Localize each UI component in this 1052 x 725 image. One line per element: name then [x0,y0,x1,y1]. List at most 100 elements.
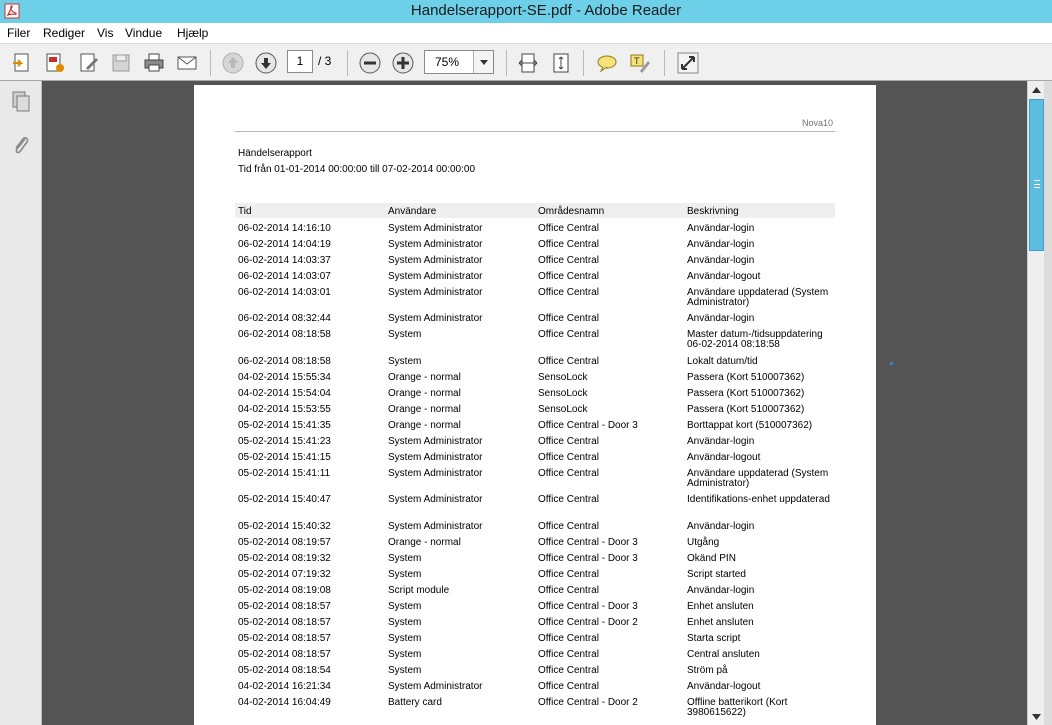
cell-area: Office Central [538,223,599,234]
cell-time: 05-02-2014 15:41:35 [238,420,331,431]
previous-page-button[interactable] [220,50,246,76]
toolbar: T [0,43,1052,81]
cell-description: Master datum-/tidsuppdatering 06-02-2014… [687,329,823,350]
cell-description: Passera (Kort 510007362) [687,404,805,415]
toolbar-separator [583,50,584,76]
cell-time: 06-02-2014 08:32:44 [238,313,331,324]
cell-user: System Administrator [388,271,483,282]
toolbar-separator [347,50,348,76]
cell-user: System Administrator [388,494,483,505]
cell-user: System [388,601,422,612]
page-number-input[interactable]: 1 [287,50,313,73]
cell-time: 06-02-2014 14:03:01 [238,287,331,298]
cell-description: Användar-login [687,255,755,266]
chevron-down-icon [479,59,488,65]
pages-icon[interactable] [9,89,33,113]
cell-area: Office Central [538,633,599,644]
cell-user: Script module [388,585,450,596]
cell-area: Office Central [538,329,599,340]
menu-window[interactable]: Vindue [125,26,162,40]
window-edge [1044,81,1052,725]
cell-user: Battery card [388,697,442,708]
zoom-select[interactable]: 75% [424,50,494,74]
header-divider [235,131,835,132]
grip-icon [1034,180,1040,188]
zoom-dropdown-button[interactable] [473,51,493,73]
window-title: Handelserapport-SE.pdf - Adobe Reader [410,2,682,19]
menu-bar: Filer Rediger Vis Vindue Hjælp [0,23,1052,43]
cell-user: System [388,569,422,580]
menu-view[interactable]: Vis [97,26,113,40]
cell-user: Orange - normal [388,388,461,399]
menu-help[interactable]: Hjælp [177,26,208,40]
cell-user: Orange - normal [388,537,461,548]
zoom-out-button[interactable] [357,50,383,76]
fit-width-button[interactable] [515,50,541,76]
scroll-up-button[interactable] [1028,81,1045,98]
cell-time: 06-02-2014 14:03:37 [238,255,331,266]
scroll-down-button[interactable] [1028,708,1045,725]
cell-user: System Administrator [388,239,483,250]
cell-description: Användar-login [687,585,755,596]
cell-description: Användare uppdaterad (System Administrat… [687,287,829,308]
vertical-scrollbar[interactable] [1027,81,1044,725]
cell-user: System Administrator [388,468,483,479]
cell-time: 06-02-2014 08:18:58 [238,356,331,367]
edit-pdf-button[interactable] [76,50,102,76]
cell-area: Office Central [538,468,599,479]
edit-pdf-icon [80,53,98,72]
zoom-out-icon [359,52,381,74]
cell-area: Office Central [538,569,599,580]
cell-time: 06-02-2014 14:03:07 [238,271,331,282]
cell-area: SensoLock [538,388,588,399]
cell-area: Office Central [538,255,599,266]
next-page-button[interactable] [253,50,279,76]
cell-description: Borttappat kort (510007362) [687,420,813,431]
print-button[interactable] [141,50,167,76]
cell-time: 05-02-2014 15:41:23 [238,436,331,447]
comment-button[interactable] [594,50,620,76]
menu-file[interactable]: Filer [7,26,30,40]
cell-user: System Administrator [388,223,483,234]
save-button[interactable] [108,50,134,76]
create-pdf-button[interactable] [9,50,35,76]
export-pdf-button[interactable] [42,50,68,76]
column-header-description: Beskrivning [687,206,739,217]
cell-time: 05-02-2014 15:40:32 [238,521,331,532]
print-icon [144,53,164,72]
attachments-icon[interactable] [9,133,33,157]
cell-description: Lokalt datum/tid [687,356,758,367]
cell-description: Central ansluten [687,649,760,660]
cell-description: Användar-logout [687,452,761,463]
email-button[interactable] [174,50,200,76]
cell-area: Office Central [538,436,599,447]
cell-user: Orange - normal [388,404,461,415]
cell-area: Office Central - Door 3 [538,553,638,564]
cell-description: Script started [687,569,746,580]
cell-time: 05-02-2014 08:19:32 [238,553,331,564]
column-header-area: Områdesnamn [538,206,605,217]
scroll-thumb[interactable] [1029,99,1044,251]
cell-area: Office Central - Door 3 [538,601,638,612]
cell-description: Okänd PIN [687,553,736,564]
highlight-text-button[interactable]: T [627,50,653,76]
cursor-dot [890,362,893,365]
cell-time: 05-02-2014 15:41:11 [238,468,331,479]
full-screen-button[interactable] [675,50,701,76]
column-header-time: Tid [238,206,252,217]
zoom-in-button[interactable] [390,50,416,76]
cell-time: 05-02-2014 08:19:08 [238,585,331,596]
cell-description: Utgång [687,537,720,548]
cell-user: System [388,665,422,676]
cell-user: System [388,329,422,340]
cell-area: Office Central [538,356,599,367]
menu-edit[interactable]: Rediger [43,26,85,40]
cell-user: System Administrator [388,452,483,463]
cell-area: Office Central [538,649,599,660]
cell-time: 06-02-2014 14:04:19 [238,239,331,250]
cell-description: Användar-login [687,521,755,532]
cell-description: Passera (Kort 510007362) [687,372,805,383]
cell-area: Office Central [538,665,599,676]
column-header-user: Användare [388,206,437,217]
fit-page-button[interactable] [548,50,574,76]
